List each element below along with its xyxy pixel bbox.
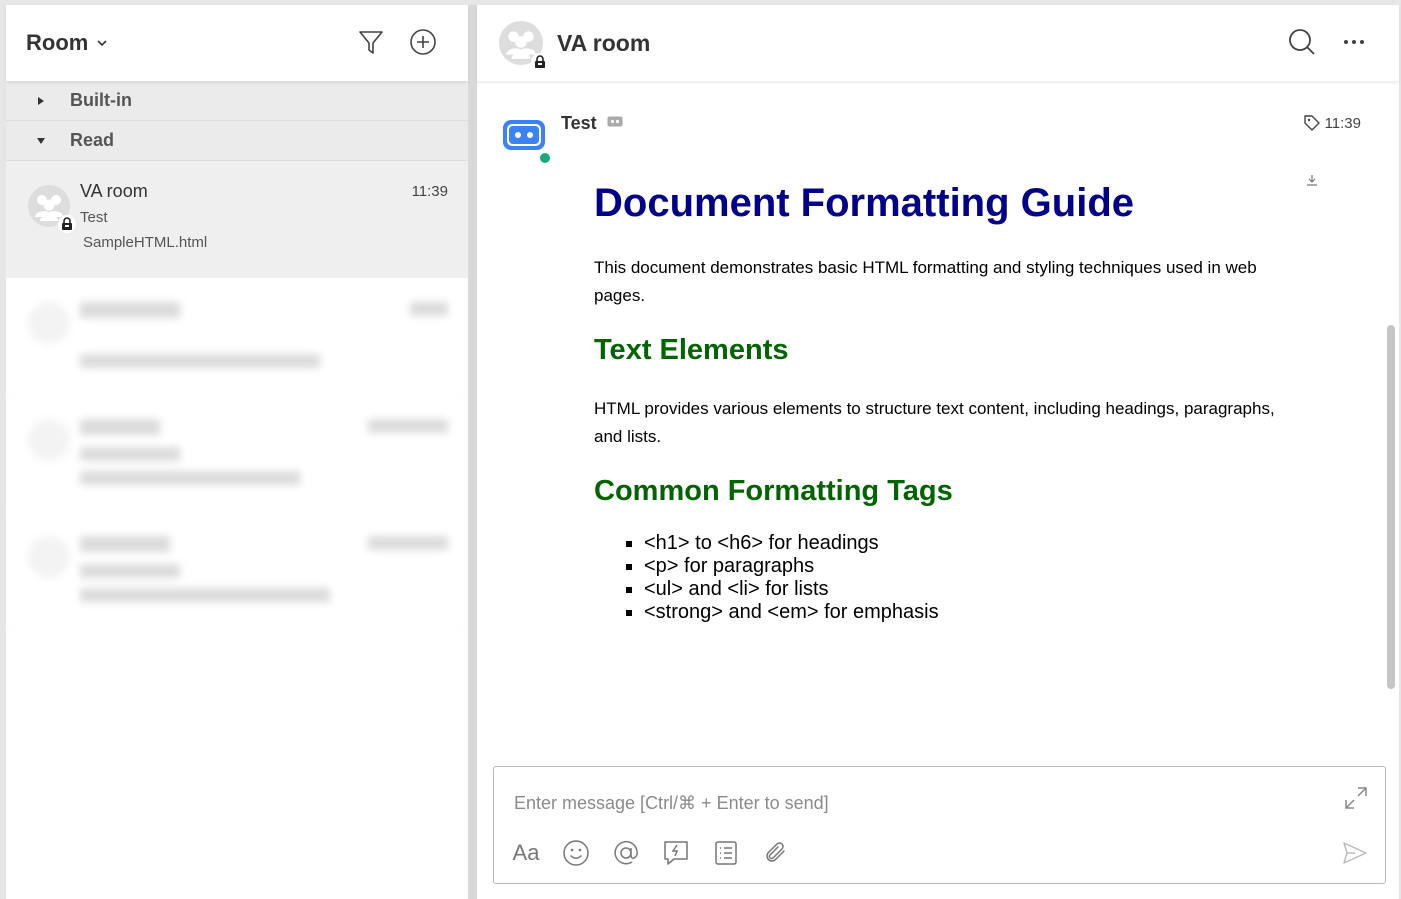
room-list-header: Room [6,5,468,81]
smiley-icon [563,840,589,866]
attach-button[interactable] [760,837,792,869]
mention-button[interactable] [610,837,642,869]
chat-title: VA room [557,29,651,56]
doc-paragraph: This document demonstrates basic HTML fo… [594,258,1257,305]
scrollbar[interactable] [1387,325,1395,689]
blurred-text [368,419,448,433]
message-composer: Enter message [Ctrl/⌘ + Enter to send] A… [493,766,1386,884]
caret-down-icon [37,137,45,144]
chat-header: VA room [477,5,1399,81]
send-icon[interactable] [1341,839,1369,867]
more-options-button[interactable] [1339,27,1369,57]
bot-avatar-icon[interactable] [501,117,547,153]
font-format-icon: Aa [512,840,540,865]
message-bolt-icon [664,841,688,865]
doc-subheading: Text Elements [594,334,789,366]
chevron-down-icon[interactable] [96,37,108,49]
chat-panel: VA room Test 11:39 Document Formatting G… [477,5,1399,899]
list-button[interactable] [710,837,742,869]
list-item: <ul> and <li> for lists [644,578,1304,601]
room-avatar[interactable] [499,21,549,71]
emoji-button[interactable] [560,837,592,869]
room-item-blurred[interactable] [6,278,468,395]
download-icon[interactable] [1305,173,1319,187]
message-list: Test 11:39 Document Formatting Guide Thi… [477,81,1399,761]
caret-right-icon [38,96,44,105]
blurred-text [80,588,330,602]
blurred-text [80,302,180,318]
doc-list: <h1> to <h6> for headings <p> for paragr… [594,532,1304,624]
doc-paragraph: HTML provides various elements to struct… [594,399,1275,446]
group-label: Built-in [70,90,132,110]
room-list-title[interactable]: Room [26,30,88,56]
message-input[interactable]: Enter message [Ctrl/⌘ + Enter to send] [514,793,829,814]
blurred-text [80,354,320,368]
message-sender[interactable]: Test [561,113,597,134]
room-avatar [28,419,70,461]
lock-icon [58,215,76,233]
room-last-message: SampleHTML.html [83,234,208,251]
room-last-sender: Test [80,209,108,226]
list-item: <h1> to <h6> for headings [644,532,1304,555]
room-avatar [28,302,70,344]
search-icon [1289,29,1315,55]
blurred-text [410,302,448,316]
quick-reply-button[interactable] [660,837,692,869]
room-item-blurred[interactable] [6,395,468,512]
group-label: Read [70,130,115,150]
filter-icon [359,31,383,54]
list-item: <p> for paragraphs [644,555,1304,578]
panel-divider[interactable] [469,5,477,899]
room-avatar [28,536,70,578]
blurred-text [80,536,170,552]
room-list-panel: Room Built-in Read VA room 11:39 Test Sa… [6,5,469,899]
room-avatar [28,185,76,233]
list-item: <strong> and <em> for emphasis [644,601,1304,624]
message-time: 11:39 [1324,115,1361,132]
doc-subheading: Common Formatting Tags [594,475,953,507]
blurred-text [80,471,300,485]
room-item-blurred[interactable] [6,512,468,629]
doc-heading: Document Formatting Guide [594,181,1134,225]
list-icon [715,841,737,865]
blurred-text [80,564,180,578]
more-horizontal-icon [1344,40,1364,44]
online-status-indicator [538,151,552,165]
group-read[interactable]: Read [6,121,468,161]
text-format-button[interactable]: Aa [510,837,542,869]
blurred-text [368,536,448,550]
plus-circle-icon [410,29,436,55]
composer-toolbar: Aa [510,837,792,869]
bot-badge-icon [607,116,623,127]
add-room-button[interactable] [408,27,438,57]
tag-icon[interactable] [1303,114,1321,132]
paperclip-icon [766,842,785,862]
blurred-text [80,447,180,461]
room-item-va-room[interactable]: VA room 11:39 Test SampleHTML.html [6,161,468,278]
room-name: VA room [80,181,148,201]
lock-icon [531,53,549,71]
expand-icon[interactable] [1343,785,1369,811]
filter-button[interactable] [356,27,386,57]
group-built-in[interactable]: Built-in [6,81,468,121]
blurred-text [80,419,160,435]
app-window: Room Built-in Read VA room 11:39 Test Sa… [0,0,1401,899]
search-button[interactable] [1287,27,1317,57]
room-time: 11:39 [411,183,448,200]
html-document-preview: Document Formatting Guide This document … [594,181,1304,624]
at-sign-icon [614,840,638,865]
